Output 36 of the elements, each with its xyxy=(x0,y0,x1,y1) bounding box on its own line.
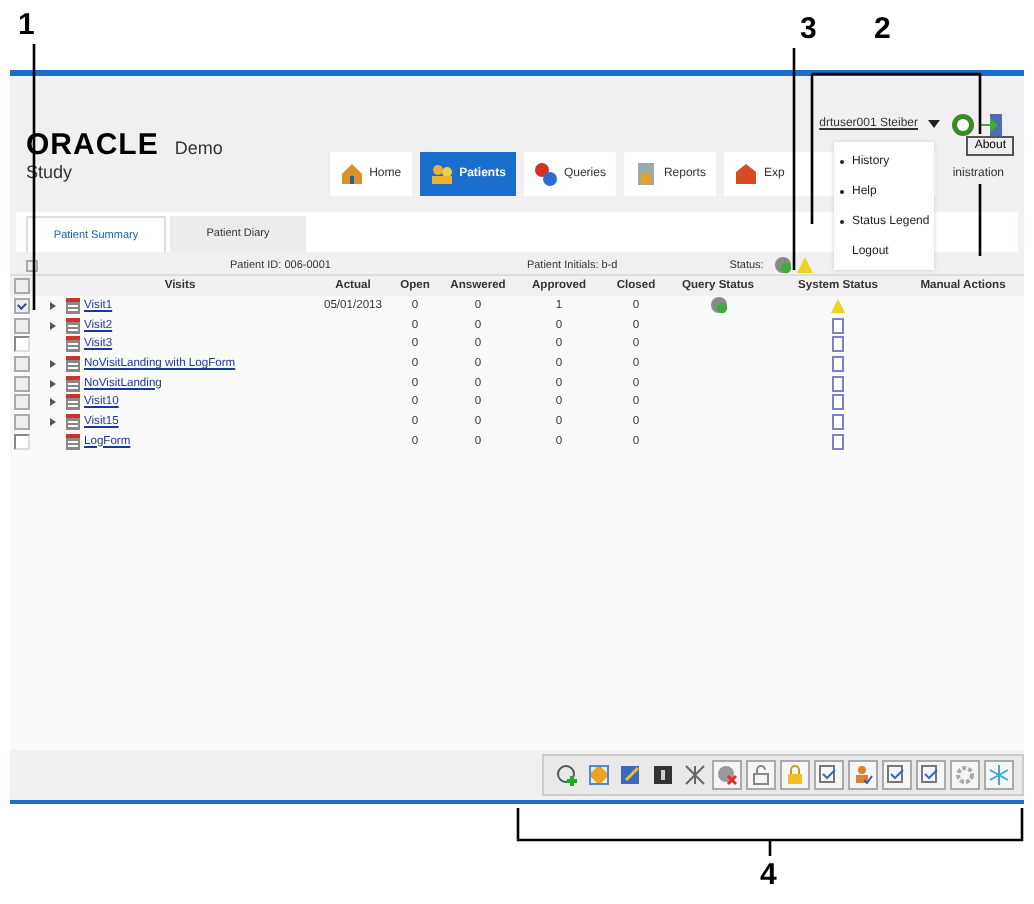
row-checkbox[interactable] xyxy=(14,375,30,392)
app-name: Demo xyxy=(174,138,223,158)
house-icon xyxy=(339,162,364,186)
cancel-icon[interactable] xyxy=(712,760,742,790)
expand-arrow-icon[interactable] xyxy=(50,301,56,310)
query-check-icon xyxy=(773,256,792,274)
diamond-icon[interactable] xyxy=(584,760,612,788)
person-check-icon[interactable] xyxy=(848,760,878,790)
callout-number: 2 xyxy=(874,14,891,44)
people-icon xyxy=(429,162,454,186)
export-icon xyxy=(733,162,758,186)
row-checkbox[interactable] xyxy=(14,394,30,411)
expand-arrow-icon[interactable] xyxy=(50,417,56,426)
callout-number: 3 xyxy=(800,14,817,44)
add-query-icon[interactable] xyxy=(552,760,580,788)
warning-icon xyxy=(795,256,814,274)
callout-number: 1 xyxy=(18,10,35,40)
expand-arrow-icon[interactable] xyxy=(50,398,56,407)
exit-door-icon[interactable] xyxy=(980,111,1004,137)
query-bubbles-icon xyxy=(533,162,558,186)
row-checkbox[interactable] xyxy=(14,433,30,450)
callout-number: 4 xyxy=(760,860,777,890)
select-all-checkbox[interactable] xyxy=(14,278,30,294)
row-checkbox[interactable] xyxy=(14,336,30,353)
report-icon xyxy=(633,162,658,186)
unlock-icon[interactable] xyxy=(746,760,776,790)
dropdown-caret-icon[interactable] xyxy=(928,120,940,128)
edit-icon[interactable] xyxy=(616,760,644,788)
snowflake-icon[interactable] xyxy=(984,760,1014,790)
expand-arrow-icon[interactable] xyxy=(50,359,56,368)
row-checkbox[interactable] xyxy=(14,413,30,430)
lock-icon[interactable] xyxy=(780,760,810,790)
row-checkbox[interactable] xyxy=(14,317,30,334)
row-checkbox[interactable] xyxy=(14,355,30,372)
help-circle-icon[interactable] xyxy=(950,111,976,137)
row-checkbox[interactable] xyxy=(14,297,30,314)
